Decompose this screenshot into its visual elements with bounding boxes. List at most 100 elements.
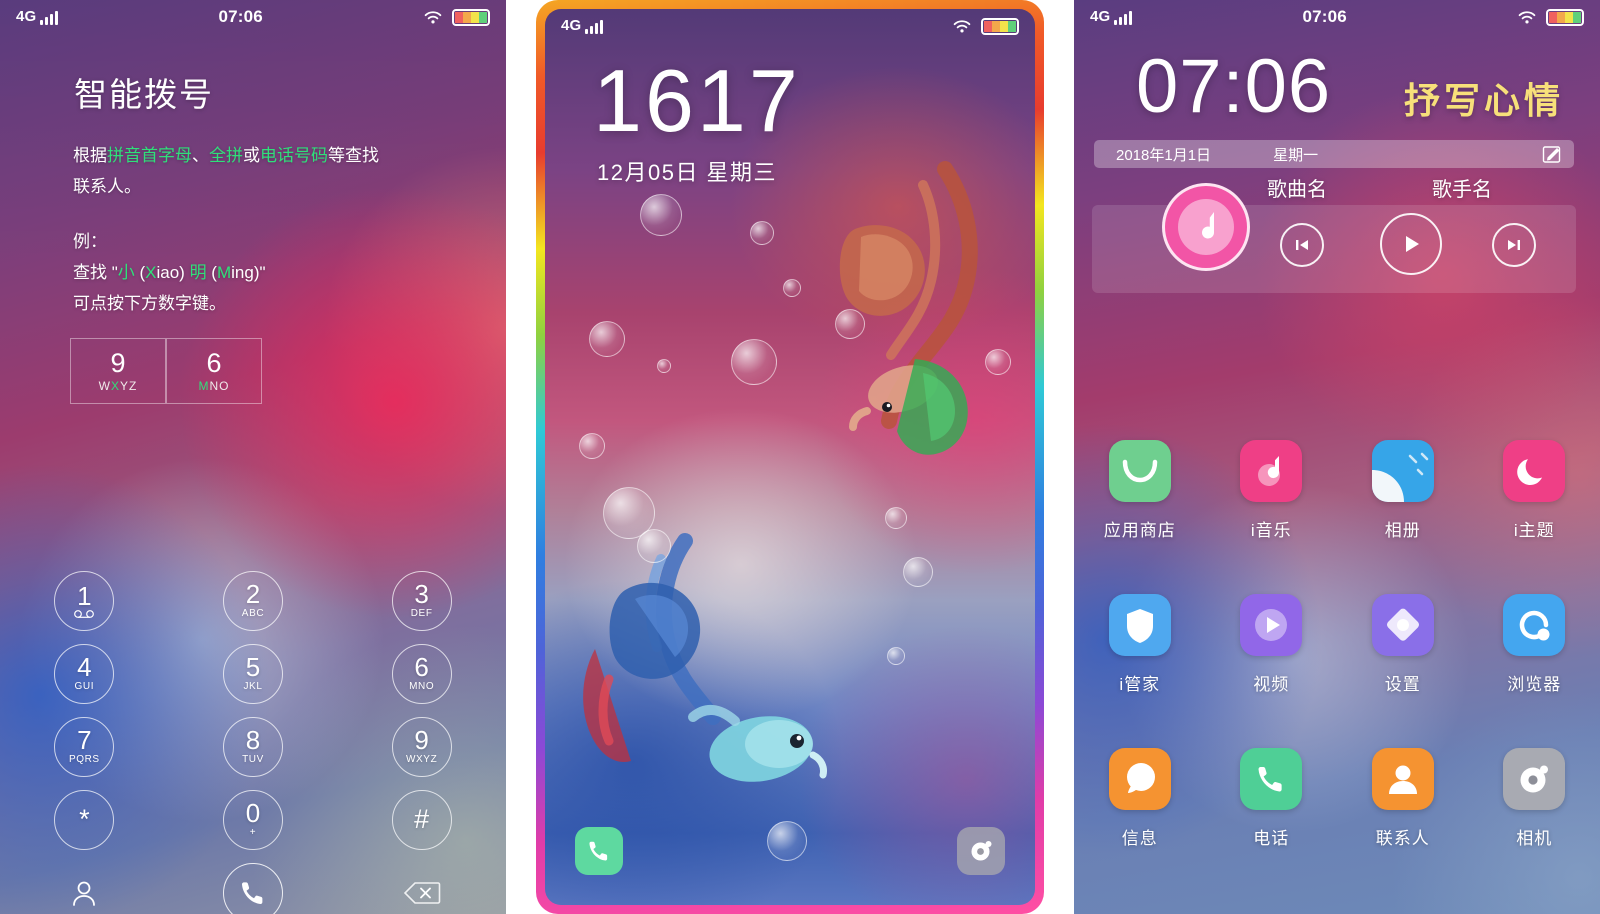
dial-key-9[interactable]: 9 WXYZ [391, 716, 452, 777]
desc-highlight-3: 电话号码 [260, 146, 328, 165]
dial-key-star[interactable]: * [54, 789, 115, 850]
lockscreen-date: 12月05日 星期三 [597, 160, 778, 185]
phone-icon[interactable] [575, 827, 623, 875]
app-contacts[interactable]: 联系人 [1351, 748, 1455, 849]
dial-key-0[interactable]: 0 + [222, 789, 283, 850]
dialpad-row-1: 1 2 ABC 3 DEF [0, 564, 506, 637]
contact-person-icon[interactable] [54, 863, 114, 914]
bubble-decoration [835, 309, 865, 339]
dial-key-2-number: 2 [245, 579, 261, 609]
bubble-decoration [903, 557, 933, 587]
status-bar-lockscreen: 4G [545, 9, 1035, 43]
betta-fish-top-decoration [839, 161, 978, 455]
panel-gap-2 [1044, 0, 1074, 914]
settings-diamond-icon [1371, 594, 1434, 656]
skip-next-icon[interactable] [1492, 223, 1536, 267]
lockscreen-dock [545, 827, 1035, 879]
dialpad-row-4: * 0 + # [0, 783, 506, 856]
moon-icon [1503, 440, 1566, 502]
dial-key-3-letters: DEF [410, 608, 433, 619]
music-widget: 歌曲名 歌手名 [1092, 179, 1576, 293]
dial-key-3[interactable]: 3 DEF [391, 570, 452, 631]
app-appstore[interactable]: 应用商店 [1088, 440, 1192, 541]
desc-sep: 、 [192, 146, 209, 165]
app-label: i音乐 [1250, 521, 1292, 540]
network-label: 4G [1090, 7, 1111, 25]
camera-icon[interactable] [957, 827, 1005, 875]
music-note-icon [1240, 440, 1303, 502]
dialpad-row-actions [0, 856, 506, 914]
dial-key-7[interactable]: 7 PQRS [54, 716, 115, 777]
app-label: i主题 [1513, 521, 1555, 540]
dial-key-4[interactable]: 4 GUI [54, 643, 115, 704]
app-label: 相册 [1384, 521, 1421, 540]
signal-bars-icon [1114, 10, 1133, 25]
status-network: 4G [1090, 7, 1133, 25]
date-note-bar[interactable]: 2018年1月1日 星期一 [1094, 140, 1574, 168]
app-gallery[interactable]: 相册 [1351, 440, 1455, 541]
voicemail-icon [73, 609, 95, 618]
date-text: 2018年1月1日 [1116, 146, 1212, 164]
dial-key-5[interactable]: 5 JKL [222, 643, 283, 704]
dial-key-1[interactable]: 1 [54, 570, 115, 631]
dialpad-row-2: 4 GUI 5 JKL 6 MNO [0, 637, 506, 710]
play-icon[interactable] [1380, 213, 1442, 275]
hint-key-row: 9 WXYZ 6 MNO [70, 338, 262, 404]
edit-pencil-icon[interactable] [1542, 144, 1562, 164]
panel-smart-dialer: 4G 07:06 智能拨号 根据拼音首字母、全拼或电话号码等查找 联系人。 例：… [0, 0, 506, 914]
skip-previous-icon[interactable] [1280, 223, 1324, 267]
app-settings[interactable]: 设置 [1351, 594, 1455, 695]
example-initial-x: X [145, 263, 157, 282]
dial-key-2[interactable]: 2 ABC [222, 570, 283, 631]
mood-text: 抒写心情 [1404, 80, 1565, 121]
phone-call-icon[interactable] [222, 862, 283, 914]
dial-key-8-letters: TUV [242, 754, 264, 765]
video-play-icon [1240, 594, 1303, 656]
dial-key-8[interactable]: 8 TUV [222, 716, 283, 777]
example-p1a: ( [134, 263, 146, 282]
hint-key-9[interactable]: 9 WXYZ [70, 338, 166, 404]
app-imanager[interactable]: i管家 [1088, 594, 1192, 695]
dial-key-7-letters: PQRS [68, 754, 100, 765]
hint9-pre: W [98, 379, 111, 393]
hint9-highlight: X [110, 379, 120, 393]
app-browser[interactable]: 浏览器 [1482, 594, 1586, 695]
lockscreen-screen: 4G 1617 12月05日 星期三 [545, 9, 1035, 905]
wifi-icon [1517, 10, 1537, 25]
example-p1c: iao) [156, 263, 190, 282]
dial-key-6[interactable]: 6 MNO [391, 643, 452, 704]
wifi-icon [952, 19, 972, 34]
message-icon [1108, 748, 1171, 810]
app-messages[interactable]: 信息 [1088, 748, 1192, 849]
dial-key-star-symbol: * [79, 804, 90, 834]
panel-home-screen: 4G 07:06 07:06 抒写心情 2018年1月1日 星期一 歌曲名 歌手… [1074, 0, 1600, 914]
dial-key-9-letters: WXYZ [405, 754, 438, 765]
app-imusic[interactable]: i音乐 [1219, 440, 1323, 541]
app-video[interactable]: 视频 [1219, 594, 1323, 695]
hint6-post: NO [209, 379, 230, 393]
weekday-text: 星期一 [1273, 146, 1319, 164]
dial-key-hash[interactable]: # [391, 789, 452, 850]
example-pre: 查找 " [73, 263, 118, 282]
hint-key-6-letters: MNO [199, 379, 230, 393]
backspace-icon[interactable] [392, 863, 452, 914]
album-art[interactable] [1162, 183, 1250, 271]
status-right [423, 8, 490, 26]
browser-icon [1503, 594, 1566, 656]
dialpad: 1 2 ABC 3 DEF 4 GUI 5 JKL 6 MNO 7 PQRS 8… [0, 564, 506, 914]
app-row-2: i管家 视频 设置 浏览器 [1074, 594, 1600, 748]
dial-key-hash-symbol: # [414, 804, 430, 834]
hint-key-6[interactable]: 6 MNO [166, 338, 262, 404]
app-label: 电话 [1253, 829, 1290, 848]
panel-lockscreen: 4G 1617 12月05日 星期三 [536, 0, 1044, 914]
network-label: 4G [561, 16, 582, 34]
dial-key-5-number: 5 [245, 652, 261, 682]
app-itheme[interactable]: i主题 [1482, 440, 1586, 541]
app-phone[interactable]: 电话 [1219, 748, 1323, 849]
app-camera[interactable]: 相机 [1482, 748, 1586, 849]
home-clock-widget: 07:06 [1136, 44, 1332, 129]
bubble-decoration [637, 529, 671, 563]
lockscreen-clock: 1617 [593, 51, 801, 150]
status-network: 4G [16, 9, 59, 25]
screenshot-root: 4G 07:06 智能拨号 根据拼音首字母、全拼或电话号码等查找 联系人。 例：… [0, 0, 1600, 914]
